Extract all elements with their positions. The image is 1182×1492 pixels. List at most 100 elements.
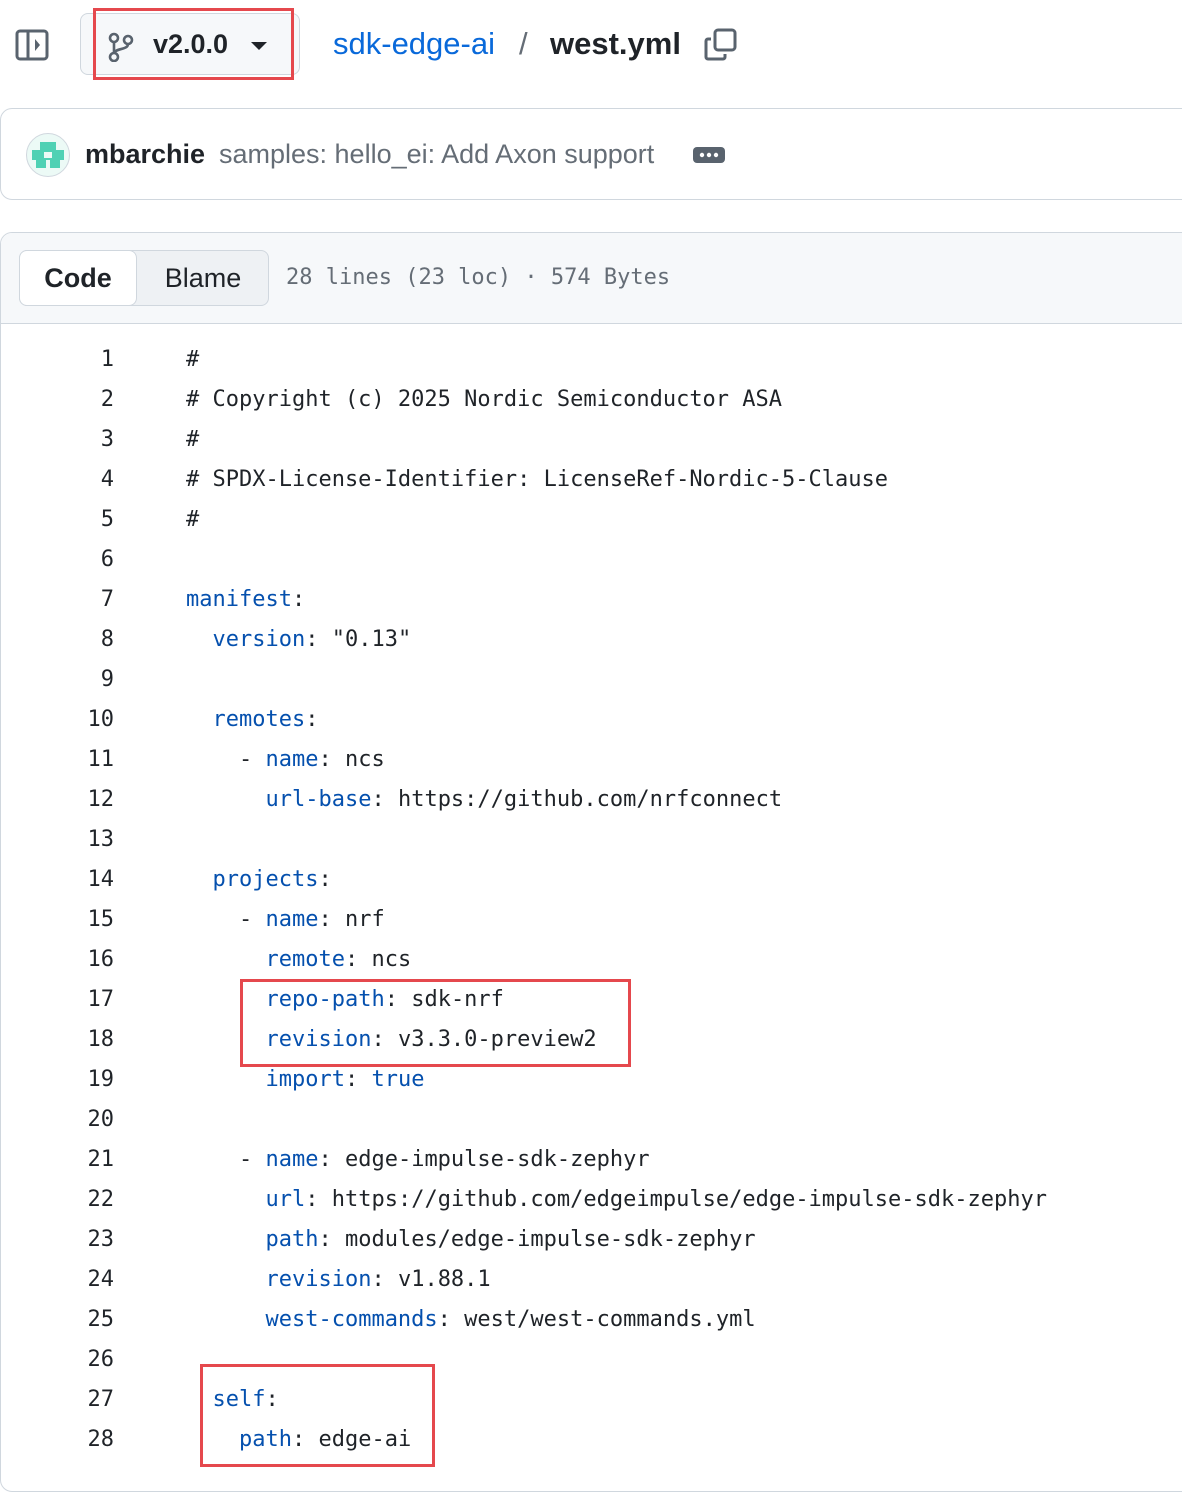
sidebar-expand-button[interactable] xyxy=(14,28,50,62)
code-line[interactable]: 21 - name: edge-impulse-sdk-zephyr xyxy=(0,1140,1182,1180)
line-number[interactable]: 5 xyxy=(34,500,114,540)
line-number[interactable]: 12 xyxy=(34,780,115,820)
yaml-separator: : xyxy=(291,587,306,612)
yaml-value: "0.13" xyxy=(331,627,412,652)
yaml-value: https://github.com/nrfconnect xyxy=(397,787,783,812)
yaml-separator: : xyxy=(305,707,319,732)
line-number[interactable]: 14 xyxy=(34,860,115,900)
code-line[interactable]: 25 west-commands: west/west-commands.yml xyxy=(0,1300,1182,1340)
line-number[interactable]: 7 xyxy=(34,580,114,620)
line-number[interactable]: 6 xyxy=(34,540,114,580)
line-content: # SPDX-License-Identifier: LicenseRef-No… xyxy=(186,460,888,500)
code-line[interactable]: 26 xyxy=(0,1340,1182,1380)
code-line[interactable]: 20 xyxy=(0,1100,1182,1140)
yaml-separator: : xyxy=(318,747,345,772)
line-number[interactable]: 11 xyxy=(34,740,115,780)
code-line[interactable]: 28 path: edge-ai xyxy=(0,1420,1182,1460)
line-number[interactable]: 27 xyxy=(34,1380,115,1420)
commit-author[interactable]: mbarchie xyxy=(85,139,205,170)
avatar-identicon xyxy=(32,142,64,168)
code-line[interactable]: 3 # xyxy=(0,420,1182,460)
line-number[interactable]: 3 xyxy=(34,420,114,460)
commit-details-button[interactable] xyxy=(692,145,726,165)
code-line[interactable]: 16 remote: ncs xyxy=(0,940,1182,980)
code-line[interactable]: 8 version: "0.13" xyxy=(0,620,1182,660)
highlight-box-branch xyxy=(93,8,294,80)
line-number[interactable]: 28 xyxy=(34,1420,115,1460)
line-number[interactable]: 21 xyxy=(34,1140,115,1180)
line-number[interactable]: 1 xyxy=(34,340,114,380)
copy-path-button[interactable] xyxy=(703,27,739,63)
indent: - xyxy=(186,1147,266,1172)
code-line[interactable]: 22 url: https://github.com/edgeimpulse/e… xyxy=(0,1180,1182,1220)
line-number[interactable]: 22 xyxy=(34,1180,115,1220)
yaml-key: name xyxy=(265,907,319,932)
indent: - xyxy=(186,747,266,772)
tab-blame[interactable]: Blame xyxy=(137,251,269,305)
line-content: version: "0.13" xyxy=(186,620,412,660)
code-line[interactable]: 27 self: xyxy=(0,1380,1182,1420)
yaml-separator: : xyxy=(305,627,332,652)
line-number[interactable]: 16 xyxy=(34,940,115,980)
code-line[interactable]: 4 # SPDX-License-Identifier: LicenseRef-N… xyxy=(0,460,1182,500)
yaml-value: # Copyright (c) 2025 Nordic Semiconducto… xyxy=(186,387,783,412)
code-line[interactable]: 24 revision: v1.88.1 xyxy=(0,1260,1182,1300)
yaml-key: manifest xyxy=(186,587,292,612)
yaml-separator: : xyxy=(344,947,372,972)
code-line[interactable]: 10 remotes: xyxy=(0,700,1182,740)
file-header: v2.0.0 sdk-edge-ai / west.yml xyxy=(0,0,1182,92)
line-content: # xyxy=(186,500,199,540)
sidebar-expand-icon xyxy=(15,29,49,61)
yaml-separator: : xyxy=(318,1147,345,1172)
line-number[interactable]: 17 xyxy=(34,980,115,1020)
line-number[interactable]: 25 xyxy=(34,1300,115,1340)
line-number[interactable]: 13 xyxy=(34,820,115,860)
code-line[interactable]: 1 # xyxy=(0,340,1182,380)
avatar[interactable] xyxy=(26,133,70,177)
line-number[interactable]: 2 xyxy=(34,380,114,420)
yaml-separator: : xyxy=(437,1307,465,1332)
yaml-key: name xyxy=(265,1147,319,1172)
line-content: path: modules/edge-impulse-sdk-zephyr xyxy=(186,1220,755,1260)
yaml-value: ncs xyxy=(371,947,412,972)
line-number[interactable]: 18 xyxy=(34,1020,115,1060)
code-line[interactable]: 2 # Copyright (c) 2025 Nordic Semiconduct… xyxy=(0,380,1182,420)
line-number[interactable]: 23 xyxy=(34,1220,115,1260)
line-content: projects: xyxy=(186,860,332,900)
view-mode-toggle: Code Blame xyxy=(19,250,269,306)
line-number[interactable]: 19 xyxy=(34,1060,115,1100)
code-line[interactable]: 14 projects: xyxy=(0,860,1182,900)
line-number[interactable]: 15 xyxy=(34,900,115,940)
code-line[interactable]: 15 - name: nrf xyxy=(0,900,1182,940)
yaml-key: west-commands xyxy=(265,1307,438,1332)
tab-code[interactable]: Code xyxy=(19,250,137,306)
line-content: # xyxy=(186,340,199,380)
code-line[interactable]: 5 # xyxy=(0,500,1182,540)
line-number[interactable]: 9 xyxy=(34,660,114,700)
line-content: revision: v1.88.1 xyxy=(186,1260,490,1300)
line-number[interactable]: 20 xyxy=(34,1100,115,1140)
line-number[interactable]: 4 xyxy=(34,460,114,500)
breadcrumb-repo-link[interactable]: sdk-edge-ai xyxy=(333,26,495,62)
code-line[interactable]: 6 xyxy=(0,540,1182,580)
commit-message[interactable]: samples: hello_ei: Add Axon support xyxy=(219,139,654,170)
yaml-value: nrf xyxy=(344,907,385,932)
line-content: url-base: https://github.com/nrfconnect xyxy=(186,780,782,820)
line-number[interactable]: 24 xyxy=(34,1260,115,1300)
code-line[interactable]: 7 manifest: xyxy=(0,580,1182,620)
line-number[interactable]: 10 xyxy=(34,700,115,740)
code-line[interactable]: 9 xyxy=(0,660,1182,700)
line-number[interactable]: 8 xyxy=(34,620,114,660)
line-number[interactable]: 26 xyxy=(34,1340,115,1380)
code-line[interactable]: 23 path: modules/edge-impulse-sdk-zephyr xyxy=(0,1220,1182,1260)
yaml-value: # xyxy=(186,347,200,372)
code-line[interactable]: 13 xyxy=(0,820,1182,860)
code-line[interactable]: 12 url-base: https://github.com/nrfconne… xyxy=(0,780,1182,820)
code-line[interactable]: 11 - name: ncs xyxy=(0,740,1182,780)
yaml-value: # xyxy=(186,507,200,532)
yaml-key: name xyxy=(265,747,319,772)
